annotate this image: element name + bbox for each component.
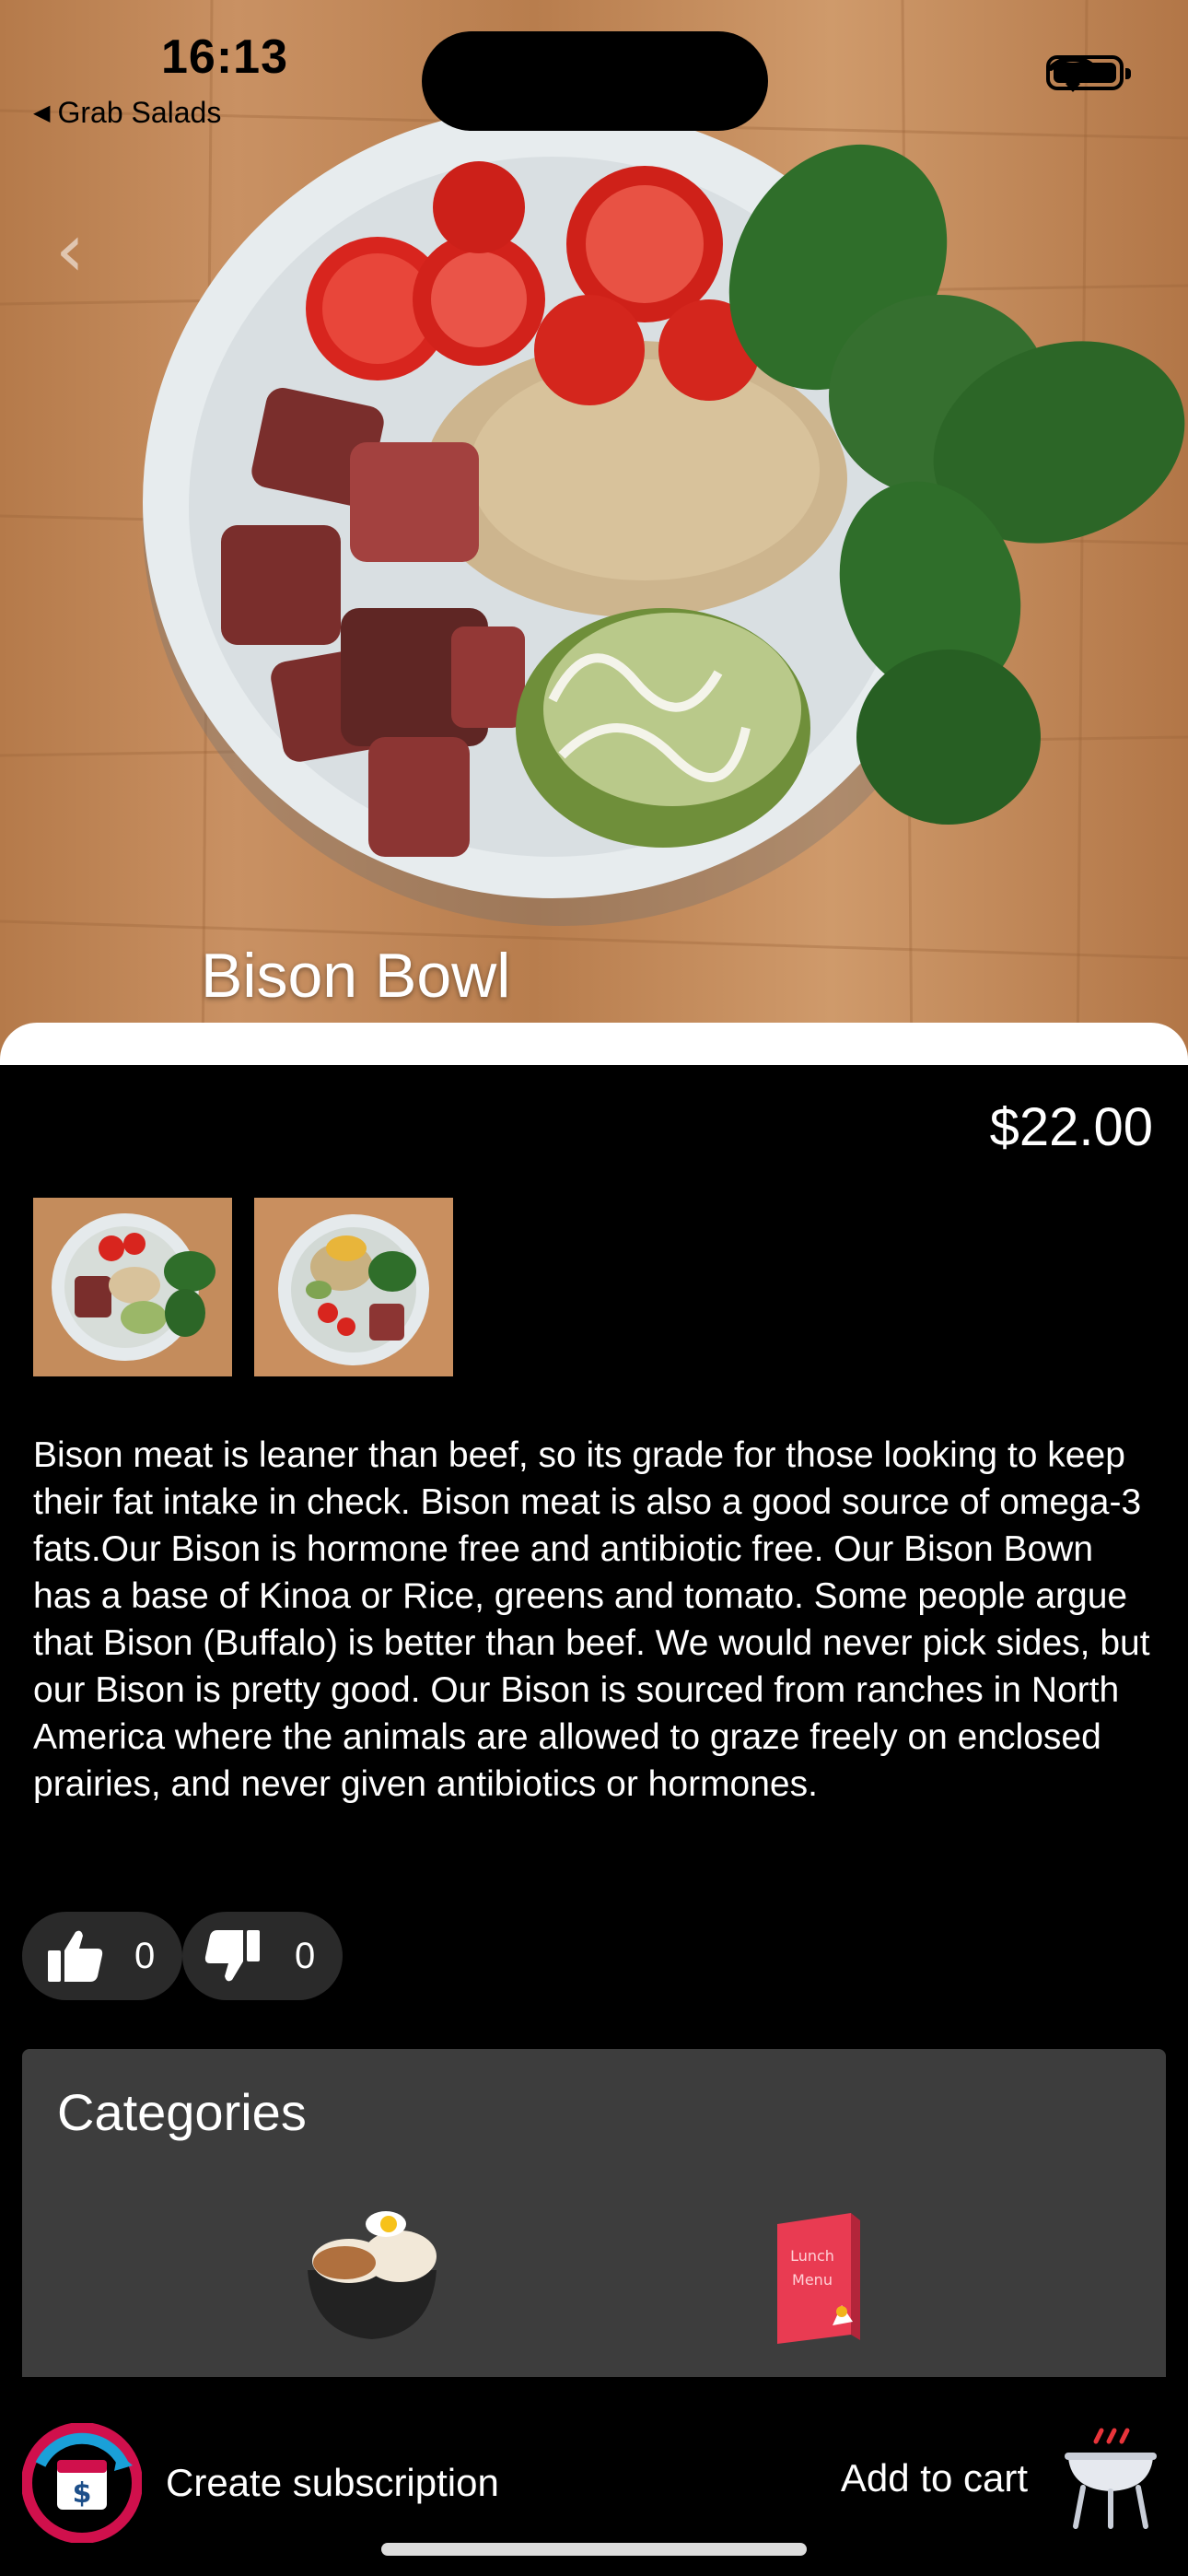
sheet-edge <box>0 1023 1188 1069</box>
grill-icon <box>1065 2428 1157 2529</box>
back-chevron-icon[interactable]: ‹ <box>55 207 85 293</box>
thumbs-up-icon <box>48 1930 103 1982</box>
lunch-menu-icon: Lunch Menu <box>777 2213 860 2344</box>
menu-text-1: Lunch <box>790 2247 834 2265</box>
bowl-icon <box>308 2211 437 2339</box>
thumbnail-1[interactable] <box>33 1198 232 1376</box>
add-to-cart-label: Add to cart <box>840 2456 1028 2500</box>
category-lunch-menu[interactable]: Lunch Menu <box>768 2206 869 2358</box>
product-price: $22.00 <box>989 1097 1153 1157</box>
home-indicator[interactable] <box>381 2543 807 2556</box>
status-time: 16:13 <box>161 30 288 84</box>
add-to-cart-button[interactable]: Add to cart <box>841 2423 1166 2534</box>
product-description: Bison meat is leaner than beef, so its g… <box>33 1435 1150 1804</box>
subscription-calendar-icon: $ <box>22 2423 142 2543</box>
back-to-app-link[interactable]: ◀ Grab Salads <box>33 96 221 130</box>
category-bowls[interactable] <box>298 2206 446 2348</box>
thumbs-down-icon <box>204 1930 260 1982</box>
dynamic-island <box>422 31 768 131</box>
thumbnail-2[interactable] <box>254 1198 453 1376</box>
like-count: 0 <box>134 1935 156 1976</box>
status-icons <box>1046 55 1131 92</box>
create-subscription-label: Create subscription <box>166 2461 499 2504</box>
create-subscription-button[interactable]: $ Create subscription <box>22 2423 499 2543</box>
hero-image: 16:13 ◀ Grab Salads ‹ Bison Bowl <box>0 0 1188 1069</box>
categories-title: Categories <box>57 2083 307 2141</box>
dislike-button[interactable]: 0 <box>182 1912 343 2000</box>
back-app-label: Grab Salads <box>57 96 222 129</box>
like-button[interactable]: 0 <box>22 1912 182 2000</box>
svg-text:$: $ <box>73 2477 92 2510</box>
bison-bowl-photo <box>0 0 1188 1069</box>
product-title: Bison Bowl <box>201 941 511 1011</box>
thumbnail-photo <box>33 1198 232 1376</box>
thumbnail-photo <box>254 1198 453 1376</box>
menu-text-2: Menu <box>792 2271 833 2289</box>
dislike-count: 0 <box>295 1935 316 1976</box>
battery-icon <box>1046 55 1131 90</box>
back-triangle-icon: ◀ <box>33 100 51 125</box>
categories-section: Categories Lunch Menu <box>22 2049 1166 2377</box>
